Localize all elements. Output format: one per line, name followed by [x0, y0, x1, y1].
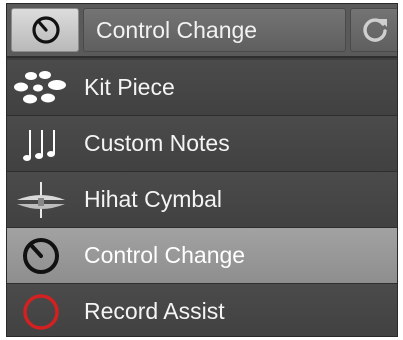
red-circle-icon: [23, 294, 59, 330]
menu-item-label: Kit Piece: [84, 74, 175, 100]
menu-item-label: Custom Notes: [84, 130, 230, 156]
dial-icon: [32, 16, 60, 44]
menu-item-label: Control Change: [84, 242, 246, 268]
hihat-cymbal-icon: [17, 182, 65, 218]
menu-item-kit-piece[interactable]: Kit Piece: [7, 60, 397, 116]
dial-icon: [23, 238, 59, 274]
menu-item-label: Hihat Cymbal: [84, 186, 223, 212]
menu-item-hihat-cymbal[interactable]: Hihat Cymbal: [7, 172, 397, 228]
header-bar: Control Change: [7, 4, 397, 58]
page-title[interactable]: Control Change: [83, 8, 346, 52]
music-notes-icon: [23, 130, 55, 161]
menu-list: Kit Piece Custom Notes Hihat Cymbal Cont…: [7, 60, 397, 336]
mode-button[interactable]: [11, 8, 79, 52]
refresh-button[interactable]: [350, 8, 397, 52]
control-change-panel: Control Change Kit Piece Custom Notes Hi…: [6, 3, 398, 337]
menu-item-label: Record Assist: [84, 298, 225, 324]
drum-kit-icon: [14, 71, 66, 104]
menu-item-custom-notes[interactable]: Custom Notes: [7, 116, 397, 172]
refresh-icon: [363, 18, 387, 42]
menu-item-control-change[interactable]: Control Change: [7, 228, 397, 284]
menu-item-record-assist[interactable]: Record Assist: [7, 284, 397, 336]
